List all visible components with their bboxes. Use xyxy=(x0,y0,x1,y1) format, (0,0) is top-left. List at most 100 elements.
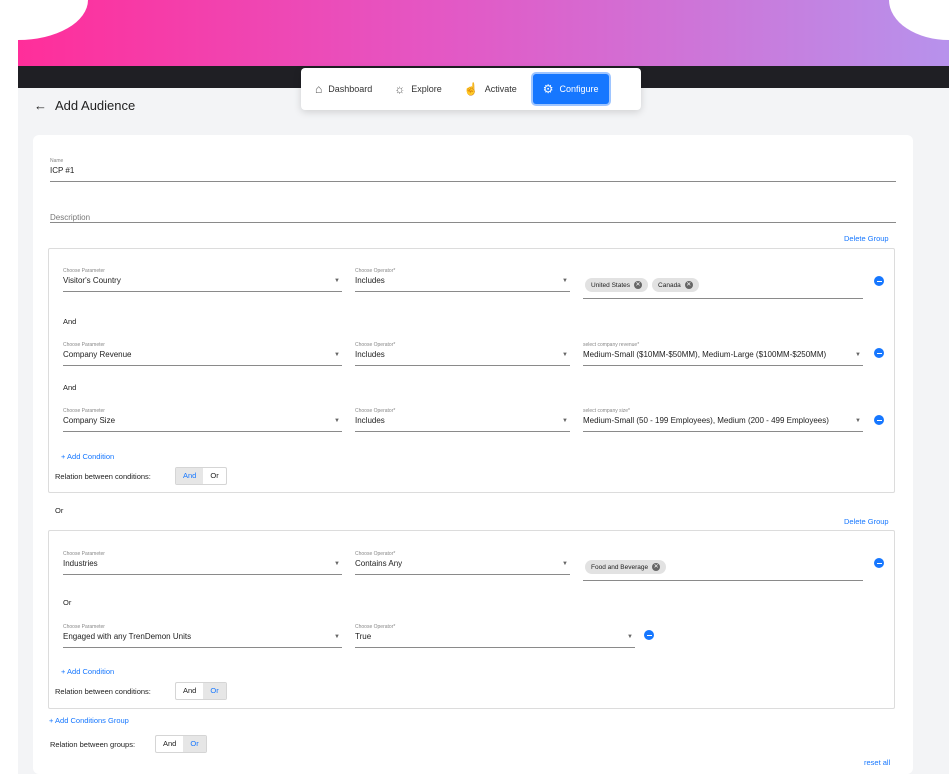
groups-relation-or-button[interactable]: Or xyxy=(183,736,206,752)
group1-cond2-value-select[interactable]: select company revenue* Medium-Small ($1… xyxy=(583,342,863,366)
group-connector-label: Or xyxy=(55,506,64,515)
chip-label: Canada xyxy=(658,281,681,289)
group1-cond2-operator-select[interactable]: Choose Operator* Includes ▼ xyxy=(355,342,570,366)
operator-label: Choose Operator* xyxy=(355,408,396,414)
click-icon: ☝ xyxy=(463,82,479,96)
value-text: Medium-Small ($10MM-$50MM), Medium-Large… xyxy=(583,350,827,359)
chip-list: United States ✕ Canada ✕ xyxy=(585,278,703,292)
groups-relation-and-button[interactable]: And xyxy=(156,736,183,752)
group1-cond2-parameter-select[interactable]: Choose Parameter Company Revenue ▼ xyxy=(63,342,342,366)
relation-or-button[interactable]: Or xyxy=(203,468,225,484)
nav-explore-label: Explore xyxy=(411,84,442,94)
operator-label: Choose Operator* xyxy=(355,342,396,348)
operator-label: Choose Operator* xyxy=(355,551,396,557)
connector-label: Or xyxy=(63,598,72,607)
parameter-value: Visitor's Country xyxy=(63,276,121,285)
group2-cond1-operator-select[interactable]: Choose Operator* Contains Any ▼ xyxy=(355,551,570,575)
parameter-label: Choose Parameter xyxy=(63,408,105,414)
main-nav: ⌂ Dashboard ☼ Explore ☝ Activate ⚙ Confi… xyxy=(301,68,641,110)
operator-value: Includes xyxy=(355,350,385,359)
delete-group-2-button[interactable]: Delete Group xyxy=(844,517,889,526)
relation-conditions-label: Relation between conditions: xyxy=(55,472,151,481)
parameter-value: Company Size xyxy=(63,416,116,425)
parameter-label: Choose Parameter xyxy=(63,624,105,630)
hero-banner xyxy=(18,0,949,66)
parameter-label: Choose Parameter xyxy=(63,342,105,348)
group2-cond2-parameter-select[interactable]: Choose Parameter Engaged with any TrenDe… xyxy=(63,624,342,648)
chevron-down-icon: ▼ xyxy=(334,561,340,567)
operator-value: Contains Any xyxy=(355,559,403,568)
remove-chip-icon[interactable]: ✕ xyxy=(684,281,693,289)
connector-label: And xyxy=(63,383,77,392)
chip: United States ✕ xyxy=(585,278,649,292)
remove-chip-icon[interactable]: ✕ xyxy=(652,563,661,571)
relation-and-button[interactable]: And xyxy=(176,468,204,484)
chip-list: Food and Beverage ✕ xyxy=(585,560,670,574)
remove-condition-icon[interactable] xyxy=(644,630,654,640)
description-field[interactable]: Description xyxy=(50,207,896,223)
chevron-down-icon: ▼ xyxy=(562,561,568,567)
gears-icon: ⚙ xyxy=(542,82,554,96)
nav-dashboard-label: Dashboard xyxy=(328,84,373,94)
delete-group-1-button[interactable]: Delete Group xyxy=(844,234,889,243)
chevron-down-icon: ▼ xyxy=(334,418,340,424)
nav-explore[interactable]: ☼ Explore xyxy=(384,74,452,104)
group1-cond1-parameter-select[interactable]: Choose Parameter Visitor's Country ▼ xyxy=(63,268,342,292)
name-field-label: Name xyxy=(50,158,64,164)
group1-cond1-operator-select[interactable]: Choose Operator* Includes ▼ xyxy=(355,268,570,292)
value-text: Medium-Small (50 - 199 Employees), Mediu… xyxy=(583,416,829,425)
remove-condition-icon[interactable] xyxy=(874,276,884,286)
group2-cond2-operator-select[interactable]: Choose Operator* True ▼ xyxy=(355,624,635,648)
group1-cond3-value-select[interactable]: select company size* Medium-Small (50 - … xyxy=(583,408,863,432)
value-label: select company revenue* xyxy=(583,342,640,348)
nav-activate-label: Activate xyxy=(484,84,517,94)
group2-cond1-value-chips[interactable]: Food and Beverage ✕ xyxy=(583,551,863,581)
reset-all-link[interactable]: reset all xyxy=(864,758,890,767)
groups-relation-toggle: And Or xyxy=(155,735,207,753)
nav-configure-label: Configure xyxy=(559,84,599,94)
group1-cond3-operator-select[interactable]: Choose Operator* Includes ▼ xyxy=(355,408,570,432)
parameter-value: Engaged with any TrenDemon Units xyxy=(63,632,192,641)
remove-chip-icon[interactable]: ✕ xyxy=(634,281,643,289)
chip-label: Food and Beverage xyxy=(591,563,649,571)
chevron-down-icon: ▼ xyxy=(562,418,568,424)
chip: Canada ✕ xyxy=(652,278,699,292)
add-conditions-group-link[interactable]: + Add Conditions Group xyxy=(49,716,129,725)
relation-toggle: And Or xyxy=(175,467,227,485)
chevron-down-icon: ▼ xyxy=(855,418,861,424)
relation-and-button[interactable]: And xyxy=(176,683,203,699)
add-condition-link[interactable]: + Add Condition xyxy=(61,667,114,676)
remove-condition-icon[interactable] xyxy=(874,558,884,568)
parameter-value: Industries xyxy=(63,559,98,568)
back-arrow-icon[interactable]: ← xyxy=(34,98,47,113)
relation-conditions-label: Relation between conditions: xyxy=(55,687,151,696)
nav-dashboard[interactable]: ⌂ Dashboard xyxy=(305,74,382,104)
chevron-down-icon: ▼ xyxy=(562,352,568,358)
operator-value: Includes xyxy=(355,276,385,285)
group1-cond1-value-chips[interactable]: United States ✕ Canada ✕ xyxy=(583,268,863,299)
group1-cond3-parameter-select[interactable]: Choose Parameter Company Size ▼ xyxy=(63,408,342,432)
name-field[interactable]: Name ICP #1 xyxy=(50,158,896,182)
name-field-value: ICP #1 xyxy=(50,166,75,175)
value-label: select company size* xyxy=(583,408,630,414)
nav-activate[interactable]: ☝ Activate xyxy=(454,74,527,104)
chevron-down-icon: ▼ xyxy=(855,352,861,358)
relation-or-button[interactable]: Or xyxy=(203,683,226,699)
nav-configure[interactable]: ⚙ Configure xyxy=(532,74,609,104)
group2-cond1-parameter-select[interactable]: Choose Parameter Industries ▼ xyxy=(63,551,342,575)
chevron-down-icon: ▼ xyxy=(627,634,633,640)
chevron-down-icon: ▼ xyxy=(334,352,340,358)
chevron-down-icon: ▼ xyxy=(562,278,568,284)
chip: Food and Beverage ✕ xyxy=(585,560,667,574)
description-placeholder: Description xyxy=(50,213,91,222)
chevron-down-icon: ▼ xyxy=(334,634,340,640)
home-icon: ⌂ xyxy=(315,82,323,96)
remove-condition-icon[interactable] xyxy=(874,415,884,425)
operator-label: Choose Operator* xyxy=(355,268,396,274)
parameter-label: Choose Parameter xyxy=(63,551,105,557)
page-header: ← Add Audience xyxy=(34,98,135,113)
remove-condition-icon[interactable] xyxy=(874,348,884,358)
add-condition-link[interactable]: + Add Condition xyxy=(61,452,114,461)
parameter-label: Choose Parameter xyxy=(63,268,105,274)
chevron-down-icon: ▼ xyxy=(334,278,340,284)
